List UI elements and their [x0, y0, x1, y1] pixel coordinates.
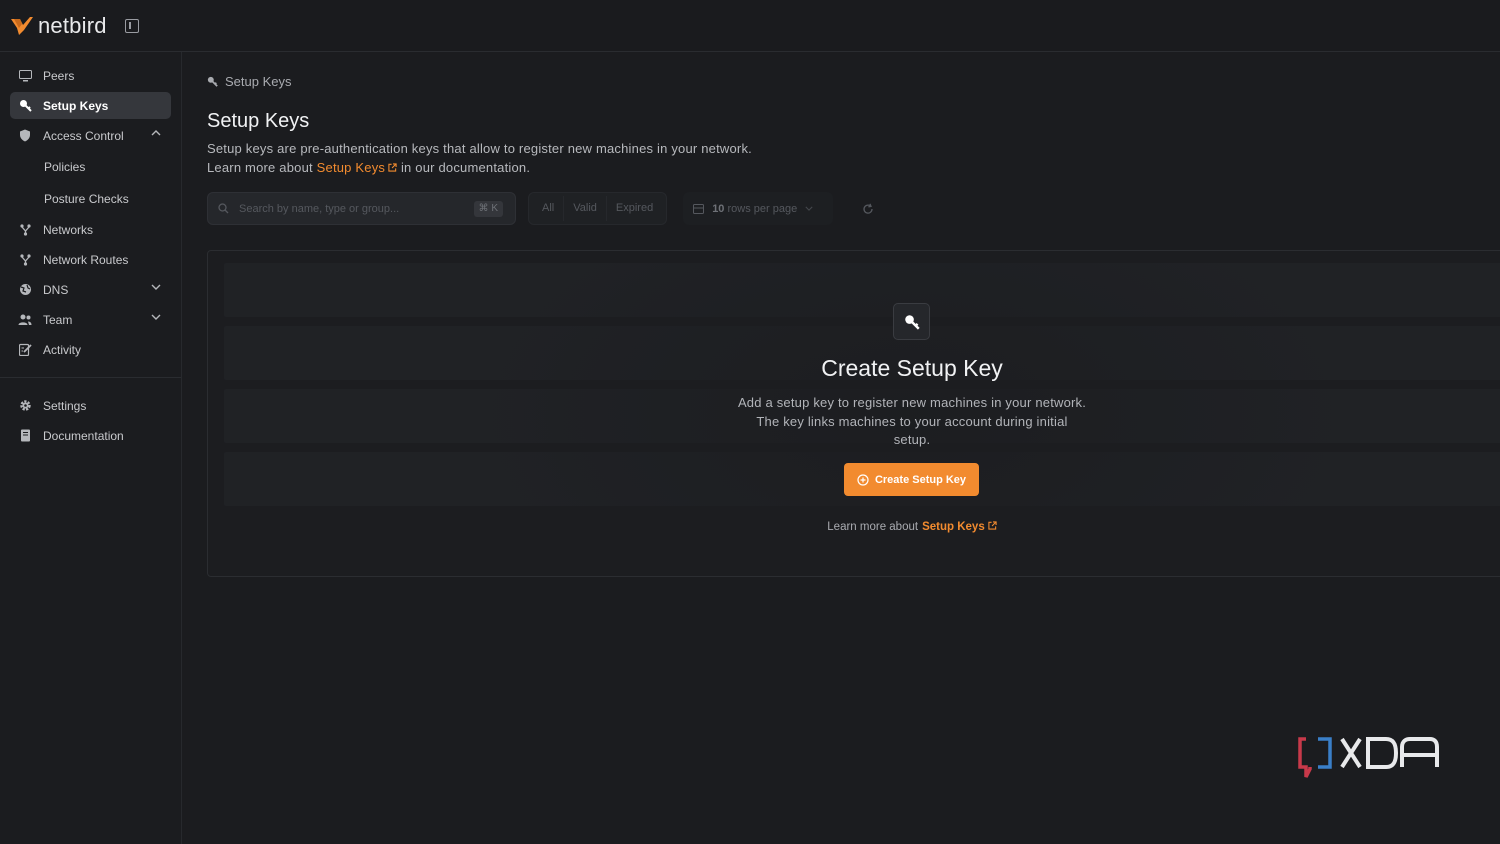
chevron-down-icon[interactable]	[151, 284, 161, 290]
shield-icon	[18, 129, 32, 143]
setup-keys-learn-link[interactable]: Setup Keys	[922, 521, 997, 533]
netbird-bird-icon	[11, 16, 33, 35]
sidebar-item-label: Team	[43, 312, 73, 327]
sidebar-item-label: DNS	[43, 282, 69, 297]
breadcrumb: Setup Keys	[207, 74, 292, 89]
filter-all[interactable]: All	[533, 196, 565, 221]
rows-per-page-label: 10 rows per page	[712, 203, 797, 215]
netbird-logo[interactable]: netbird	[10, 13, 107, 39]
chevron-up-icon[interactable]	[151, 130, 161, 136]
sidebar-item-label: Activity	[43, 342, 82, 357]
create-setup-key-button[interactable]: Create Setup Key	[844, 463, 979, 496]
sidebar-item-posture-checks[interactable]: Posture Checks	[10, 184, 171, 213]
page-title: Setup Keys	[207, 110, 310, 132]
key-icon	[207, 76, 218, 87]
link-text: Setup Keys	[922, 521, 985, 533]
sidebar-item-label: Documentation	[43, 428, 124, 443]
refresh-icon	[863, 203, 873, 214]
empty-state-description: Add a setup key to register new machines…	[737, 395, 1087, 447]
xda-watermark-logo	[1298, 737, 1439, 778]
sidebar-item-dns[interactable]: DNS	[10, 276, 171, 303]
sidebar-item-policies[interactable]: Policies	[10, 152, 171, 181]
empty-state-icon-box	[893, 303, 930, 340]
search-input[interactable]	[239, 202, 459, 215]
key-icon	[904, 314, 920, 330]
description-prefix: Learn more about	[207, 160, 313, 175]
empty-state-title: Create Setup Key	[821, 355, 1003, 381]
sidebar-item-documentation[interactable]: Documentation	[10, 422, 171, 449]
refresh-button[interactable]	[851, 192, 884, 225]
rows-text: rows per page	[727, 202, 798, 215]
sidebar-item-label: Peers	[43, 68, 75, 83]
table-icon	[693, 203, 705, 214]
search-box[interactable]: ⌘ K	[207, 192, 516, 225]
users-icon	[18, 313, 32, 327]
app-name: netbird	[38, 12, 107, 38]
toolbar: ⌘ K All Valid Expired 10 rows per page	[207, 192, 884, 225]
button-label: Create Setup Key	[874, 473, 967, 486]
main-content: Setup Keys Setup Keys Setup keys are pre…	[207, 52, 1500, 844]
chevron-down-icon	[805, 206, 813, 211]
sidebar-item-networks[interactable]: Networks	[10, 216, 171, 243]
sidebar-item-label: Network Routes	[43, 252, 129, 267]
sidebar-item-label: Settings	[43, 398, 87, 413]
description-suffix: in our documentation.	[400, 160, 531, 175]
description-line: Setup keys are pre-authentication keys t…	[207, 141, 752, 156]
link-text: Setup Keys	[316, 160, 386, 175]
sidebar-item-peers[interactable]: Peers	[10, 62, 171, 89]
external-link-icon	[988, 521, 997, 530]
sidebar-item-label: Networks	[43, 222, 94, 237]
sidebar-divider	[0, 377, 181, 378]
external-link-icon	[388, 163, 397, 172]
top-bar: netbird	[0, 0, 1500, 52]
key-icon	[18, 99, 32, 113]
learn-prefix: Learn more about	[827, 521, 919, 533]
rows-per-page-select[interactable]: 10 rows per page	[683, 192, 834, 225]
monitor-icon	[18, 69, 32, 83]
network-routes-icon	[18, 253, 32, 267]
filter-expired[interactable]: Expired	[607, 196, 662, 221]
empty-state-card: Create Setup Key Add a setup key to regi…	[207, 250, 1500, 577]
sidebar-nav: Peers Setup Keys Access Control Policies…	[0, 52, 181, 363]
sidebar-item-label: Setup Keys	[43, 98, 109, 113]
status-filter-group: All Valid Expired	[528, 192, 668, 225]
book-icon	[18, 429, 32, 443]
chevron-down-icon[interactable]	[151, 314, 161, 320]
sidebar-item-activity[interactable]: Activity	[10, 336, 171, 363]
sidebar-footer-nav: Settings Documentation	[0, 392, 181, 449]
sidebar-item-team[interactable]: Team	[10, 306, 171, 333]
setup-keys-docs-link[interactable]: Setup Keys	[317, 160, 398, 175]
sidebar-toggle-icon[interactable]	[124, 18, 139, 33]
plus-circle-icon	[857, 473, 869, 486]
sidebar-item-network-routes[interactable]: Network Routes	[10, 246, 171, 273]
gear-icon	[18, 399, 32, 413]
sidebar-item-settings[interactable]: Settings	[10, 392, 171, 419]
sidebar-item-access-control[interactable]: Access Control	[10, 122, 171, 149]
filter-valid[interactable]: Valid	[564, 196, 607, 221]
learn-more-line: Learn more about Setup Keys	[208, 521, 1500, 533]
search-shortcut-badge: ⌘ K	[473, 201, 503, 217]
sidebar-item-setup-keys[interactable]: Setup Keys	[10, 92, 171, 119]
network-icon	[18, 223, 32, 237]
rows-count: 10	[712, 202, 725, 215]
search-icon	[218, 203, 229, 214]
breadcrumb-item[interactable]: Setup Keys	[225, 74, 292, 89]
page-description: Setup keys are pre-authentication keys t…	[207, 139, 752, 177]
description-line: Learn more about Setup Keys in our docum…	[207, 158, 752, 177]
globe-icon	[18, 283, 32, 297]
sidebar: Peers Setup Keys Access Control Policies…	[0, 52, 182, 844]
activity-icon	[18, 343, 32, 357]
sidebar-item-label: Access Control	[43, 128, 124, 143]
